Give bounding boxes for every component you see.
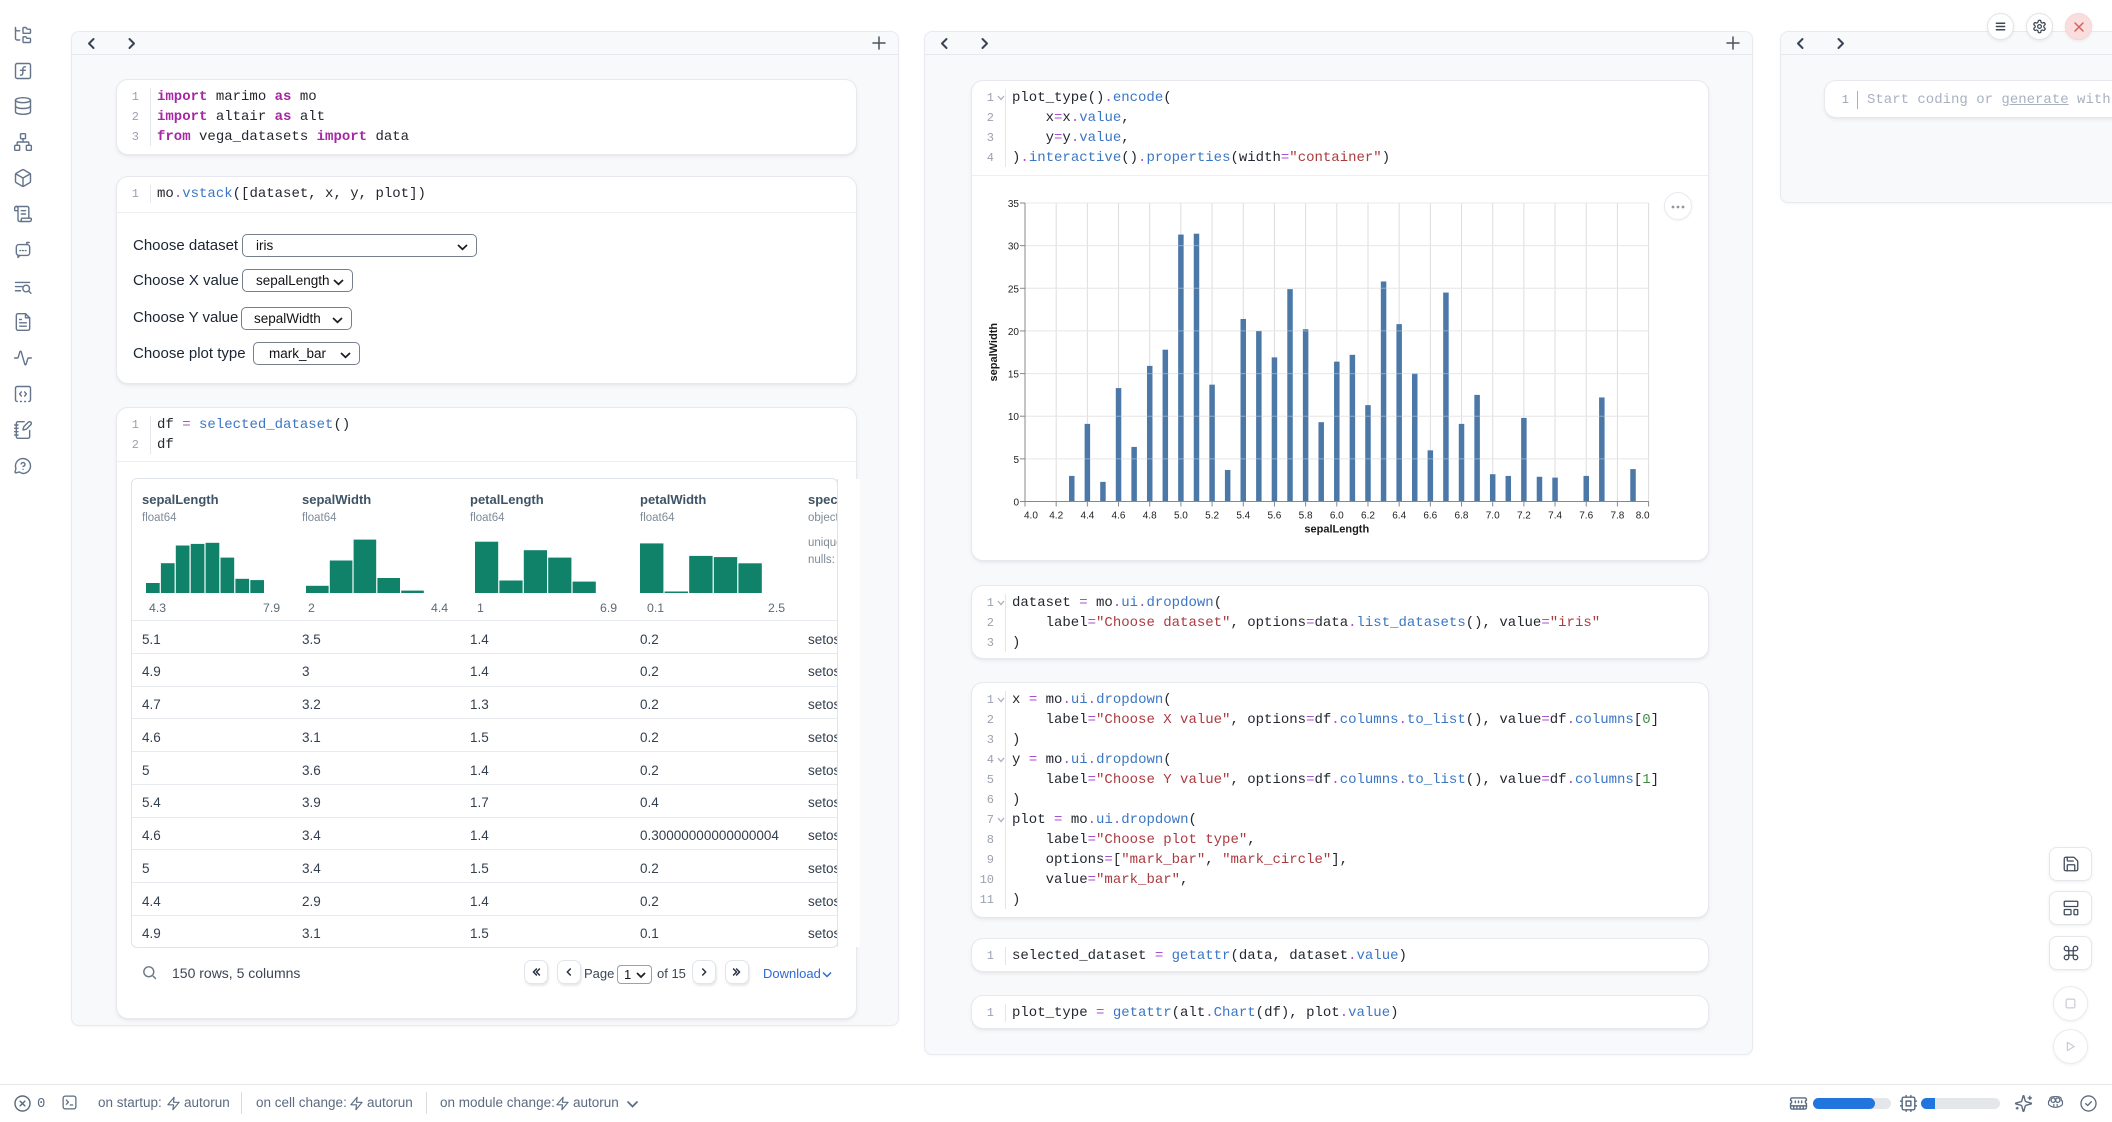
svg-text:20: 20 <box>1008 327 1020 338</box>
svg-text:7.6: 7.6 <box>1579 511 1593 522</box>
svg-text:10: 10 <box>1008 412 1020 423</box>
svg-text:6.0: 6.0 <box>1330 511 1344 522</box>
svg-text:7.0: 7.0 <box>1486 511 1500 522</box>
svg-text:5.4: 5.4 <box>1236 511 1250 522</box>
svg-text:4.2: 4.2 <box>1049 511 1063 522</box>
svg-text:4.8: 4.8 <box>1143 511 1157 522</box>
svg-text:sepalLength: sepalLength <box>1304 524 1369 536</box>
svg-text:7.8: 7.8 <box>1610 511 1624 522</box>
svg-text:7.2: 7.2 <box>1517 511 1531 522</box>
svg-text:30: 30 <box>1008 242 1020 253</box>
svg-text:6.2: 6.2 <box>1361 511 1375 522</box>
svg-text:5.0: 5.0 <box>1174 511 1188 522</box>
svg-text:sepalWidth: sepalWidth <box>988 323 1000 382</box>
svg-text:25: 25 <box>1008 284 1020 295</box>
svg-text:4.4: 4.4 <box>1080 511 1094 522</box>
svg-text:4.6: 4.6 <box>1112 511 1126 522</box>
svg-text:4.0: 4.0 <box>1024 511 1038 522</box>
svg-text:5: 5 <box>1013 455 1019 466</box>
svg-text:7.4: 7.4 <box>1548 511 1562 522</box>
svg-text:6.6: 6.6 <box>1423 511 1437 522</box>
svg-text:5.8: 5.8 <box>1299 511 1313 522</box>
svg-text:5.6: 5.6 <box>1267 511 1281 522</box>
svg-text:6.4: 6.4 <box>1392 511 1406 522</box>
svg-text:35: 35 <box>1008 199 1020 210</box>
svg-text:8.0: 8.0 <box>1636 511 1650 522</box>
svg-text:15: 15 <box>1008 370 1020 381</box>
svg-text:5.2: 5.2 <box>1205 511 1219 522</box>
svg-text:6.8: 6.8 <box>1455 511 1469 522</box>
svg-text:0: 0 <box>1013 498 1019 509</box>
